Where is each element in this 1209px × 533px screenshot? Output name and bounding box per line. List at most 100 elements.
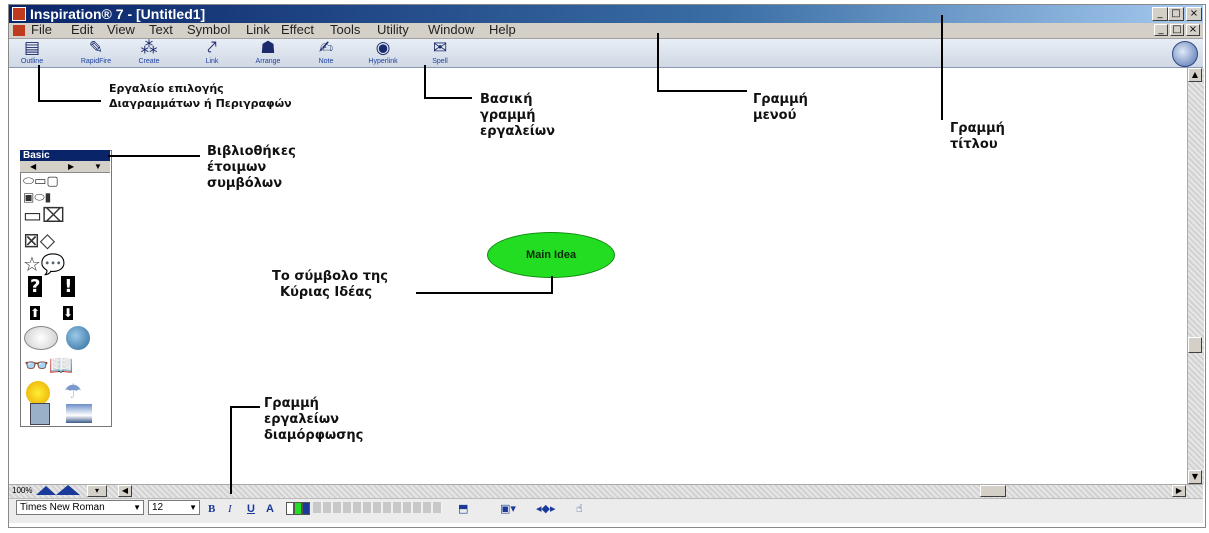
menu-tools[interactable]: Tools	[330, 22, 360, 38]
zoom-in-icon[interactable]	[56, 485, 80, 495]
window-title: Inspiration® 7 - [Untitled1]	[30, 6, 206, 22]
callout-basic-toolbar-line3: εργαλείων	[480, 124, 556, 139]
menu-text[interactable]: Text	[149, 22, 173, 38]
zoom-menu-button[interactable]: ▾	[87, 485, 107, 497]
doc-icon[interactable]	[13, 25, 25, 36]
line-color-swatch[interactable]	[302, 502, 310, 515]
zoom-out-icon[interactable]	[36, 486, 56, 495]
bold-button[interactable]: B	[208, 502, 215, 516]
tool-note[interactable]: ✍ Note	[304, 39, 348, 67]
callout-line-tool-selector-h	[38, 100, 101, 102]
menu-link[interactable]: Link	[246, 22, 270, 38]
horizontal-scrollbar[interactable]	[9, 484, 1203, 498]
globe-icon[interactable]	[1172, 41, 1198, 67]
menu-file[interactable]: File	[31, 22, 52, 38]
text-color-button[interactable]: A	[266, 502, 274, 516]
size-select[interactable]: 12 ▼	[148, 500, 200, 515]
close-button[interactable]: ×	[1186, 7, 1202, 21]
callout-symbol-libraries: Βιβλιοθήκες έτοιμων συμβόλων	[207, 144, 296, 192]
vertical-scroll-thumb[interactable]	[1188, 337, 1202, 353]
callout-line-basic-toolbar-h	[424, 97, 472, 99]
palette-row-shapes-3[interactable]: ▭⌧	[23, 204, 65, 226]
hand-icon[interactable]: ☝	[576, 502, 583, 516]
callout-format-toolbar: Γραμμή εργαλείων διαμόρφωσης	[264, 396, 363, 444]
palette-menu-icon[interactable]: ▼	[94, 161, 102, 172]
sun-icon[interactable]	[26, 381, 50, 405]
tool-create[interactable]: ⁂ Create	[127, 39, 171, 67]
menu-help[interactable]: Help	[489, 22, 516, 38]
callout-title-bar-line2: τίτλου	[950, 137, 998, 152]
fill-color-swatch[interactable]	[294, 502, 302, 515]
tool-outline[interactable]: ▤ Outline	[10, 39, 54, 67]
outline-icon: ▤	[23, 38, 41, 58]
palette-row-question[interactable]: ? !	[28, 276, 76, 298]
scroll-left-button[interactable]: ◀	[118, 485, 132, 497]
callout-symbol-libraries-line3: συμβόλων	[207, 176, 283, 191]
spell-icon: ✉	[432, 38, 448, 58]
rapidfire-icon: ✎	[88, 38, 104, 58]
italic-button[interactable]: I	[228, 502, 232, 516]
palette-row-shapes-1[interactable]: ⬭▭▢	[23, 174, 59, 190]
mountain-icon[interactable]	[66, 404, 92, 423]
maximize-button[interactable]: □	[1168, 7, 1184, 21]
horizontal-scroll-thumb[interactable]	[980, 485, 1006, 497]
callout-line-format-v	[230, 406, 232, 494]
size-dropdown-icon: ▼	[189, 503, 197, 512]
earth-icon[interactable]	[66, 326, 90, 350]
palette-row-glasses-book[interactable]: 👓📖	[24, 354, 74, 376]
callout-tool-selector-line1: Εργαλείο επιλογής	[109, 82, 224, 95]
underline-button[interactable]: U	[247, 502, 255, 516]
size-select-value: 12	[152, 502, 164, 513]
scroll-right-button[interactable]: ▶	[1172, 485, 1186, 497]
menu-view[interactable]: View	[107, 22, 135, 38]
doc-minimize-button[interactable]: _	[1154, 24, 1168, 36]
palette-next-icon[interactable]: ▶	[68, 161, 74, 172]
font-select[interactable]: Times New Roman ▼	[16, 500, 144, 515]
menu-window[interactable]: Window	[428, 22, 474, 38]
calculator-icon[interactable]	[30, 403, 50, 425]
palette-row-shapes-5[interactable]: ☆💬	[23, 253, 66, 275]
menu-utility[interactable]: Utility	[377, 22, 409, 38]
tool-link[interactable]: ⤤ Link	[190, 39, 234, 67]
tool-note-label: Note	[318, 58, 334, 65]
diagram-canvas[interactable]	[9, 68, 1183, 484]
menu-edit[interactable]: Edit	[71, 22, 93, 38]
app-icon[interactable]	[12, 7, 26, 21]
palette-row-arrows[interactable]: ⬆ ⬇	[30, 302, 74, 324]
line-style-swatch-1[interactable]	[286, 502, 294, 515]
callout-format-toolbar-line3: διαμόρφωσης	[264, 428, 364, 443]
tool-link-label: Link	[205, 58, 219, 65]
arrange-icon: ☗	[260, 38, 276, 58]
callout-basic-toolbar: Βασική γραμμή εργαλείων	[480, 92, 555, 140]
create-icon: ⁂	[140, 38, 158, 58]
frame-icon[interactable]: ▣▾	[500, 502, 516, 516]
symbol-text-icon[interactable]: ⬒	[458, 502, 468, 516]
tool-rapidfire[interactable]: ✎ RapidFire	[74, 39, 118, 67]
minimize-button[interactable]: _	[1152, 7, 1168, 21]
palette-row-shapes-4[interactable]: ⊠◇	[23, 229, 55, 251]
scroll-up-button[interactable]: ▲	[1188, 68, 1202, 82]
rain-cloud-icon[interactable]: ☂	[64, 380, 82, 402]
callout-basic-toolbar-line1: Βασική	[480, 92, 533, 107]
doc-restore-button[interactable]: □	[1170, 24, 1184, 36]
note-icon: ✍	[318, 38, 334, 58]
zoom-level[interactable]: 100%	[12, 485, 32, 496]
lightbulb-icon[interactable]	[24, 326, 58, 350]
callout-title-bar-line1: Γραμμή	[950, 121, 1005, 136]
arrow-icon[interactable]: ◂◆▸	[536, 502, 556, 516]
font-select-value: Times New Roman	[20, 502, 105, 513]
main-idea-symbol[interactable]: Main Idea	[487, 232, 615, 278]
tool-outline-label: Outline	[20, 58, 44, 65]
style-swatches[interactable]	[313, 502, 443, 513]
doc-close-button[interactable]: ×	[1186, 24, 1200, 36]
menu-symbol[interactable]: Symbol	[187, 22, 230, 38]
menu-effect[interactable]: Effect	[281, 22, 314, 38]
palette-prev-icon[interactable]: ◀	[30, 161, 36, 172]
tool-spell[interactable]: ✉ Spell	[418, 39, 462, 67]
tool-create-label: Create	[138, 58, 160, 65]
vertical-scrollbar[interactable]	[1187, 68, 1204, 484]
tool-arrange[interactable]: ☗ Arrange	[246, 39, 290, 67]
callout-line-title-v	[941, 15, 943, 120]
scroll-down-button[interactable]: ▼	[1188, 470, 1202, 484]
tool-hyperlink[interactable]: ◉ Hyperlink	[361, 39, 405, 67]
